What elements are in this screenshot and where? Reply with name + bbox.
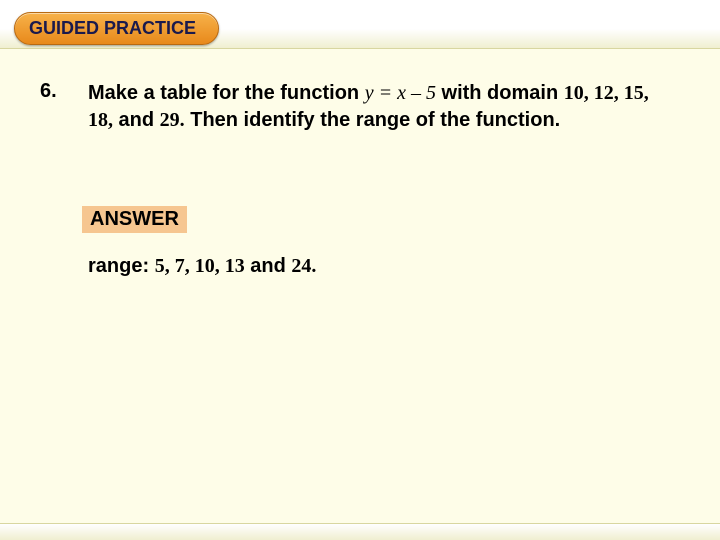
footer-bar <box>0 523 720 540</box>
q-function: y = x – 5 <box>365 82 436 104</box>
question-number: 6. <box>40 80 88 103</box>
answer-lead: range: <box>88 255 155 277</box>
answer-and: and <box>245 255 292 277</box>
q-part3: Then identify the range of the function. <box>185 109 561 131</box>
q-part1: Make a table for the function <box>88 82 365 104</box>
q-and1: and <box>113 109 160 131</box>
answer-range-list: 5, 7, 10, 13 <box>155 255 245 277</box>
answer-last-range: 24. <box>291 255 316 277</box>
answer-text: range: 5, 7, 10, 13 and 24. <box>88 255 670 278</box>
question-text: Make a table for the function y = x – 5 … <box>88 80 670 134</box>
header-bar: GUIDED PRACTICE <box>0 0 720 49</box>
content-area: 6. Make a table for the function y = x –… <box>40 80 670 278</box>
guided-practice-pill: GUIDED PRACTICE <box>14 12 219 45</box>
q-part2: with domain <box>436 82 564 104</box>
answer-label: ANSWER <box>82 206 187 233</box>
question-row: 6. Make a table for the function y = x –… <box>40 80 670 134</box>
q-last-domain: 29. <box>160 109 185 131</box>
